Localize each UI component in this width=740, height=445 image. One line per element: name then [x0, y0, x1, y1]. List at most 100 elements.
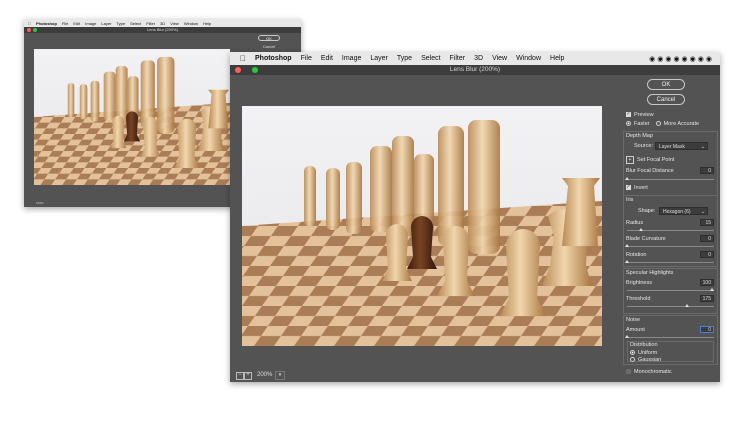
menu-file[interactable]: File: [301, 55, 312, 62]
preview-image[interactable]: [242, 106, 602, 346]
slider-knob[interactable]: [685, 304, 689, 307]
shape-label: Shape:: [638, 207, 656, 214]
menu-window[interactable]: Window: [184, 21, 198, 26]
faster-radio[interactable]: [626, 121, 631, 126]
blade-curvature-field[interactable]: 0: [700, 235, 714, 242]
menu-type[interactable]: Type: [116, 21, 125, 26]
rotation-field[interactable]: 0: [700, 251, 714, 258]
source-select[interactable]: Layer Mask ⌄: [655, 142, 708, 150]
dialog-title: Lens Blur (200%): [230, 65, 720, 75]
menu-image[interactable]: Image: [342, 55, 361, 62]
menu-image[interactable]: Image: [85, 21, 96, 26]
menu-window[interactable]: Window: [516, 55, 541, 62]
menu-3d[interactable]: 3D: [160, 21, 165, 26]
dialog-title: Lens Blur (200%): [24, 27, 301, 33]
zoom-dropdown-icon[interactable]: ▾: [275, 371, 285, 380]
menu-type[interactable]: Type: [397, 55, 412, 62]
zoom-window-button[interactable]: [252, 67, 258, 73]
slider-knob[interactable]: [625, 335, 629, 338]
menu-view[interactable]: View: [170, 21, 179, 26]
monochromatic-checkbox[interactable]: [626, 369, 631, 374]
monochromatic-row: Monochromatic: [626, 367, 715, 376]
amount-slider[interactable]: [625, 335, 714, 338]
menu-edit[interactable]: Edit: [321, 55, 333, 62]
iris-title: Iris: [626, 196, 634, 203]
menu-filter[interactable]: Filter: [146, 21, 155, 26]
menu-select[interactable]: Select: [130, 21, 141, 26]
zoom-out-icon[interactable]: −: [236, 372, 244, 380]
apple-icon[interactable]: : [28, 21, 31, 26]
cancel-button[interactable]: Cancel: [647, 94, 685, 105]
invert-row: ✓ Invert: [626, 183, 715, 192]
more-accurate-radio[interactable]: [655, 121, 661, 126]
radius-slider[interactable]: [627, 228, 714, 231]
ok-button[interactable]: OK: [647, 79, 685, 90]
threshold-field[interactable]: 175: [700, 295, 714, 302]
rotation-slider[interactable]: [625, 260, 714, 263]
zoom-bar: − + 200% ▾: [230, 369, 621, 382]
chevron-down-icon: ⌄: [700, 209, 705, 215]
menu-layer[interactable]: Layer: [101, 21, 111, 26]
preview-row: ✓ Preview: [626, 110, 715, 119]
mac-menubar:  Photoshop File Edit Image Layer Type S…: [24, 19, 301, 27]
menu-help[interactable]: Help: [550, 55, 564, 62]
blade-curvature-slider[interactable]: [625, 244, 714, 247]
slider-knob[interactable]: [639, 228, 643, 231]
slider-knob[interactable]: [625, 244, 629, 247]
noise-title: Noise: [626, 316, 641, 323]
preview-checkbox[interactable]: ✓: [626, 112, 631, 117]
menu-layer[interactable]: Layer: [370, 55, 388, 62]
menu-file[interactable]: File: [62, 21, 68, 26]
preview-label: Preview: [634, 111, 654, 118]
invert-checkbox[interactable]: ✓: [626, 185, 631, 190]
slider-knob[interactable]: [625, 260, 629, 263]
quality-row: Faster More Accurate: [626, 119, 715, 128]
menu-photoshop[interactable]: Photoshop: [36, 21, 57, 26]
lens-blur-window:  Photoshop File Edit Image Layer Type S…: [230, 52, 720, 382]
gaussian-radio[interactable]: [630, 357, 635, 362]
menu-photoshop[interactable]: Photoshop: [255, 55, 292, 62]
blur-focal-distance-slider[interactable]: [625, 177, 714, 180]
brightness-field[interactable]: 100: [700, 279, 714, 286]
shape-select[interactable]: Hexagon (6) ⌄: [659, 207, 708, 215]
close-window-button[interactable]: [27, 28, 31, 32]
ok-button[interactable]: OK: [258, 35, 280, 41]
menu-view[interactable]: View: [492, 55, 507, 62]
menu-select[interactable]: Select: [421, 55, 440, 62]
menubar-status-icons: ◉◉◉◉◉◉◉◉: [649, 55, 714, 63]
brightness-slider[interactable]: [627, 288, 714, 291]
gaussian-row: Gaussian: [630, 355, 715, 364]
set-focal-point-label: Set Focal Point: [637, 156, 675, 163]
threshold-slider[interactable]: [627, 304, 714, 307]
menu-filter[interactable]: Filter: [450, 55, 466, 62]
menu-help[interactable]: Help: [203, 21, 211, 26]
amount-field[interactable]: 0: [700, 326, 714, 333]
mac-menubar:  Photoshop File Edit Image Layer Type S…: [230, 52, 720, 65]
preview-image[interactable]: [34, 49, 230, 185]
zoom-level: 200%: [257, 372, 273, 378]
focal-point-row: + Set Focal Point: [626, 155, 715, 164]
monochromatic-label: Monochromatic: [634, 368, 672, 375]
zoom-level: 100%: [36, 201, 44, 205]
menu-edit[interactable]: Edit: [73, 21, 80, 26]
chess-photo: [242, 106, 602, 346]
faster-label: Faster: [634, 120, 650, 127]
zoom-in-icon[interactable]: +: [244, 372, 252, 380]
menu-3d[interactable]: 3D: [474, 55, 483, 62]
specular-title: Specular Highlights: [626, 269, 674, 276]
slider-knob[interactable]: [710, 288, 714, 291]
cancel-button[interactable]: Cancel: [258, 44, 280, 49]
apple-icon[interactable]: : [240, 54, 246, 63]
gaussian-label: Gaussian: [638, 356, 662, 363]
slider-knob[interactable]: [625, 177, 629, 180]
chess-photo: [34, 49, 230, 185]
source-value: Layer Mask: [659, 144, 685, 150]
close-window-button[interactable]: [235, 67, 241, 73]
crosshair-icon[interactable]: +: [626, 155, 634, 164]
radius-field[interactable]: 15: [700, 219, 714, 226]
blur-focal-distance-field[interactable]: 0: [700, 167, 714, 174]
zoom-window-button[interactable]: [33, 28, 37, 32]
chevron-down-icon: ⌄: [700, 144, 705, 150]
lens-blur-options-panel: OK Cancel ✓ Preview Faster More Accurate…: [621, 75, 720, 382]
source-label: Source:: [634, 142, 653, 149]
